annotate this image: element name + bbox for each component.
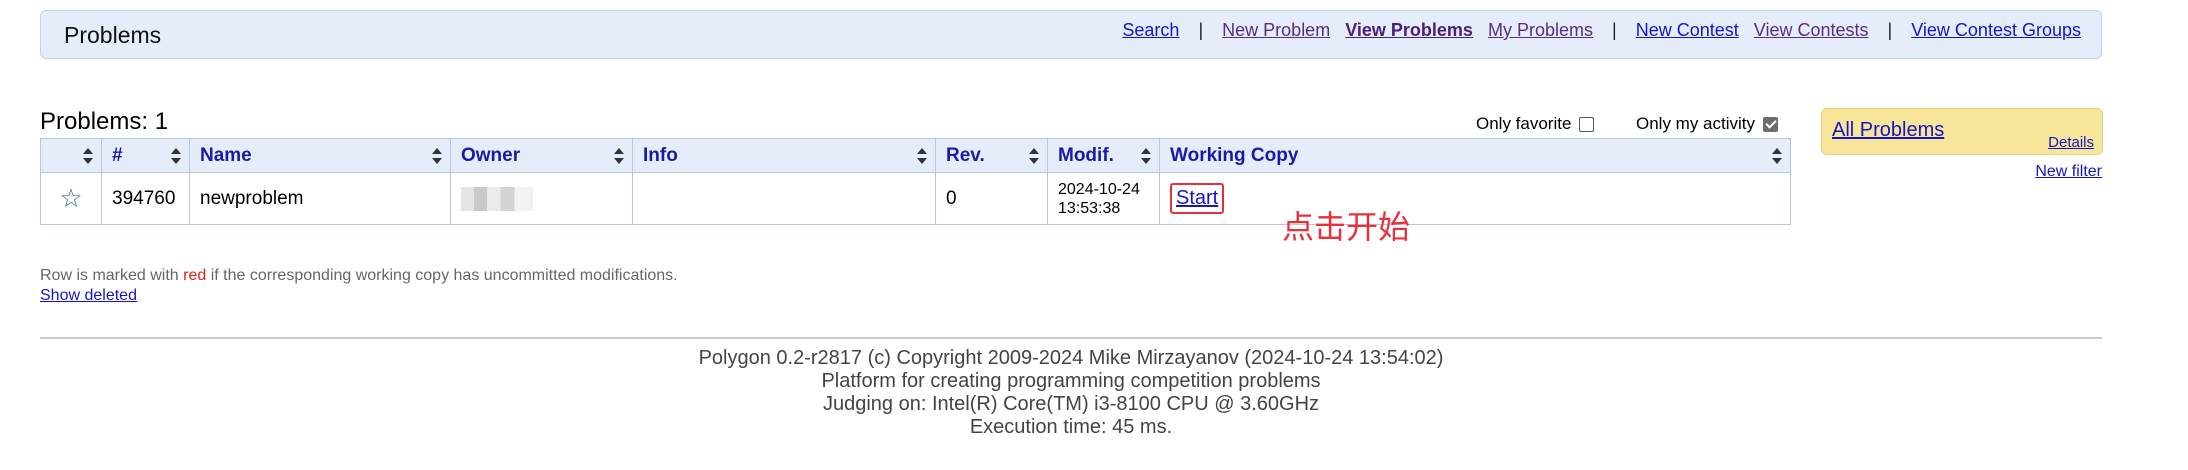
working-copy-cell: Start <box>1159 172 1791 225</box>
footer-judging: Judging on: Intel(R) Core(TM) i3-8100 CP… <box>822 393 1320 415</box>
column-header-rev[interactable]: Rev. <box>935 138 1048 173</box>
footer: Polygon 0.2-r2817 (c) Copyright 2009-202… <box>40 347 2102 439</box>
main-menu: Search | New Problem View Problems My Pr… <box>1112 20 2081 41</box>
my-problems-link[interactable]: My Problems <box>1488 20 1593 40</box>
only-favorite-option[interactable]: Only favorite <box>1476 114 1595 134</box>
uncommitted-note: Row is marked with red if the correspond… <box>40 267 678 284</box>
footer-copyright: Polygon 0.2-r2817 (c) Copyright 2009-202… <box>698 347 1444 369</box>
modif-time: 13:53:38 <box>1058 199 1121 217</box>
problem-id: 394760 <box>101 172 190 225</box>
new-problem-link[interactable]: New Problem <box>1222 20 1330 40</box>
search-link[interactable]: Search <box>1122 20 1179 40</box>
only-favorite-label: Only favorite <box>1476 114 1572 133</box>
new-contest-link[interactable]: New Contest <box>1636 20 1739 40</box>
menu-separator: | <box>1612 20 1617 40</box>
page-title: Problems <box>64 22 162 48</box>
red-word: red <box>183 267 207 284</box>
footer-platform: Platform for creating programming compet… <box>821 370 1321 392</box>
click-start-annotation: 点击开始 <box>1282 209 1411 245</box>
start-highlight-box: Start <box>1170 183 1225 214</box>
sort-icon[interactable] <box>1141 147 1151 164</box>
favorite-star-icon[interactable]: ☆ <box>40 172 102 225</box>
table-header-row: # Name Owner Info Rev. Modif. Working Co… <box>40 138 1791 173</box>
new-filter-link[interactable]: New filter <box>2035 163 2102 181</box>
owner-blurred <box>461 186 533 211</box>
problem-owner <box>450 172 633 225</box>
sort-icon[interactable] <box>1772 147 1782 164</box>
column-header-working-copy[interactable]: Working Copy <box>1159 138 1791 173</box>
sort-icon[interactable] <box>171 147 181 164</box>
modif-date: 2024-10-24 <box>1058 180 1140 198</box>
problem-rev: 0 <box>935 172 1048 225</box>
only-my-activity-checkbox[interactable] <box>1763 116 1779 132</box>
problem-modif: 2024-10-24 13:53:38 <box>1047 172 1160 225</box>
start-link[interactable]: Start <box>1176 187 1218 209</box>
only-favorite-checkbox[interactable] <box>1579 116 1595 132</box>
all-problems-panel: All Problems Details <box>1821 108 2103 155</box>
view-problems-link[interactable]: View Problems <box>1345 20 1473 40</box>
column-header-modif[interactable]: Modif. <box>1047 138 1160 173</box>
column-header-info[interactable]: Info <box>632 138 936 173</box>
column-header-name[interactable]: Name <box>189 138 451 173</box>
footer-execution-time: Execution time: 45 ms. <box>969 416 1173 438</box>
problem-name: newproblem <box>189 172 451 225</box>
column-header-favorite[interactable] <box>40 138 102 173</box>
all-problems-link[interactable]: All Problems <box>1832 119 1944 142</box>
problem-info <box>632 172 936 225</box>
view-contest-groups-link[interactable]: View Contest Groups <box>1911 20 2081 40</box>
only-my-activity-option[interactable]: Only my activity <box>1636 114 1779 134</box>
problems-count-title: Problems: 1 <box>40 108 169 135</box>
sort-icon[interactable] <box>1029 147 1039 164</box>
sort-icon[interactable] <box>83 147 93 164</box>
only-my-activity-label: Only my activity <box>1636 114 1756 133</box>
menu-separator: | <box>1198 20 1204 40</box>
sort-icon[interactable] <box>432 147 442 164</box>
table-row: ☆ 394760 newproblem 0 2024-10-24 13:53:3… <box>40 172 1791 225</box>
footer-divider <box>40 337 2102 339</box>
problems-table: # Name Owner Info Rev. Modif. Working Co… <box>40 138 1791 225</box>
column-header-id[interactable]: # <box>101 138 190 173</box>
menu-separator: | <box>1887 20 1893 40</box>
show-deleted-link[interactable]: Show deleted <box>40 287 137 305</box>
column-header-owner[interactable]: Owner <box>450 138 633 173</box>
sort-icon[interactable] <box>614 147 624 164</box>
sort-icon[interactable] <box>917 147 927 164</box>
details-link[interactable]: Details <box>2048 134 2094 151</box>
top-header: Problems Search | New Problem View Probl… <box>40 10 2102 59</box>
view-contests-link[interactable]: View Contests <box>1754 20 1869 40</box>
